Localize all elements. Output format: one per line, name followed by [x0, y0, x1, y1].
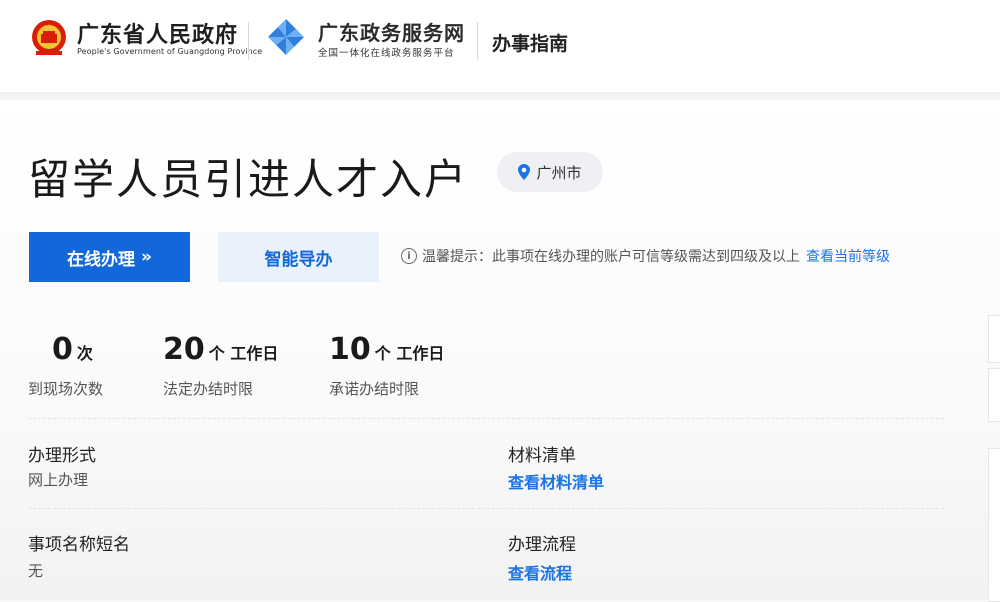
- header-divider: [248, 22, 249, 60]
- side-float-panel[interactable]: [988, 448, 1000, 602]
- short-name-label: 事项名称短名: [28, 535, 130, 555]
- stat-legal-limit: 20 个 工作日: [163, 332, 278, 367]
- process-label: 办理流程: [508, 535, 576, 555]
- guide-label: 办事指南: [492, 33, 569, 55]
- stat-visits: 0次: [52, 332, 93, 367]
- section-divider: [28, 508, 944, 509]
- site-header: 广东省人民政府 People's Government of Guangdong…: [0, 0, 1000, 92]
- online-apply-label: 在线办理: [67, 249, 135, 270]
- stat-unit: 个 工作日: [208, 344, 279, 363]
- smart-guide-label: 智能导办: [264, 249, 333, 270]
- tip-text: 温馨提示：此事项在线办理的账户可信等级需达到四级及以上: [422, 249, 800, 265]
- info-circle-icon: i: [401, 248, 417, 264]
- stat-value: 10: [329, 332, 371, 367]
- side-float-tab[interactable]: [988, 368, 1000, 422]
- service-title[interactable]: 广东政务服务网: [318, 17, 465, 46]
- smart-guide-button[interactable]: 智能导办: [218, 232, 379, 282]
- page-title: 留学人员引进人才入户: [28, 155, 469, 204]
- national-emblem-icon[interactable]: [30, 18, 68, 58]
- side-float-tab[interactable]: [988, 315, 1000, 363]
- materials-label: 材料清单: [508, 446, 576, 466]
- location-text: 广州市: [536, 163, 582, 182]
- stat-label: 承诺办结时限: [329, 380, 420, 398]
- gov-title[interactable]: 广东省人民政府: [77, 17, 238, 49]
- stat-unit: 个 工作日: [374, 344, 445, 363]
- online-apply-button[interactable]: 在线办理 »: [29, 232, 190, 282]
- view-process-link[interactable]: 查看流程: [508, 560, 572, 584]
- header-divider: [477, 22, 478, 60]
- stat-label: 法定办结时限: [163, 380, 254, 398]
- stat-unit: 次: [76, 344, 93, 363]
- location-pin-icon: [518, 164, 531, 180]
- view-materials-link[interactable]: 查看材料清单: [508, 469, 604, 493]
- short-name-value: 无: [28, 562, 44, 580]
- stat-value: 0: [52, 332, 73, 367]
- gov-subtitle: People's Government of Guangdong Provinc…: [77, 47, 263, 56]
- stat-promised-limit: 10 个 工作日: [329, 332, 444, 367]
- location-badge[interactable]: 广州市: [497, 152, 603, 192]
- view-level-link[interactable]: 查看当前等级: [806, 246, 890, 266]
- service-subtitle: 全国一体化在线政务服务平台: [318, 48, 455, 59]
- pinwheel-logo-icon[interactable]: [266, 17, 306, 57]
- form-label: 办理形式: [28, 446, 96, 466]
- stat-label: 到现场次数: [28, 380, 104, 398]
- stat-value: 20: [163, 332, 205, 367]
- section-divider: [28, 418, 944, 419]
- double-chevron-icon: »: [141, 247, 152, 267]
- tip-bar: i 温馨提示：此事项在线办理的账户可信等级需达到四级及以上 查看当前等级: [401, 246, 890, 266]
- form-value: 网上办理: [28, 471, 89, 489]
- main-content: 留学人员引进人才入户 广州市 在线办理 » 智能导办 i 温馨提示：此事项在线办…: [0, 100, 1000, 600]
